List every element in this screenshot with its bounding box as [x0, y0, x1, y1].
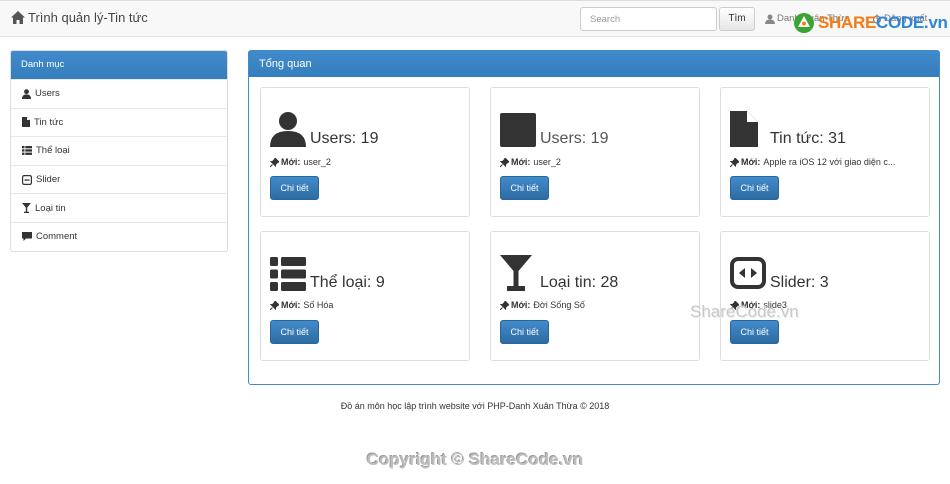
card-latest: Mới: Số Hóa	[270, 300, 333, 310]
brand-title: Trình quản lý-Tin tức	[28, 10, 148, 25]
stat-card-news-type: Loại tin: 28 Mới: Đời Sống Số Chi tiết	[490, 231, 700, 361]
sidebar-item-slider[interactable]: Slider	[11, 164, 227, 194]
sidebar-header: Danh mục	[11, 51, 227, 79]
latest-label: Mới:	[281, 300, 301, 310]
list-icon	[22, 146, 32, 156]
card-title: Slider: 3	[770, 274, 829, 291]
sidebar-item-news[interactable]: Tin tức	[11, 107, 227, 137]
list-icon	[270, 257, 306, 291]
stat-card-news: Tin tức: 31 Mới: Apple ra iOS 12 với gia…	[720, 87, 930, 217]
pushpin-icon	[500, 157, 509, 167]
user-icon	[765, 14, 775, 24]
latest-label: Mới:	[741, 157, 761, 167]
search-input[interactable]	[580, 7, 717, 31]
overview-header: Tổng quan	[249, 51, 939, 77]
card-title: Users: 19	[540, 130, 609, 147]
detail-button[interactable]: Chi tiết	[500, 176, 549, 200]
latest-value: user_2	[533, 157, 561, 167]
sidebar-item-categories[interactable]: Thể loại	[11, 136, 227, 165]
user-icon	[270, 112, 306, 147]
sidebar-item-label: Slider	[36, 174, 61, 186]
comment-icon	[22, 232, 32, 242]
card-latest: Mới: Apple ra iOS 12 với giao diện c...	[730, 157, 895, 167]
overview-panel: Tổng quan Users: 19 Mới: user_2 Chi tiết…	[248, 50, 940, 385]
logo-text-code: CODE.vn	[876, 13, 948, 32]
latest-value: user_2	[303, 157, 331, 167]
latest-label: Mới:	[511, 157, 531, 167]
brand-link[interactable]: Trình quản lý-Tin tức	[11, 10, 148, 25]
detail-button[interactable]: Chi tiết	[730, 320, 779, 344]
pushpin-icon	[500, 300, 509, 310]
detail-button[interactable]: Chi tiết	[270, 320, 319, 344]
latest-value: Đời Sống Số	[533, 300, 585, 310]
card-title: Loại tin: 28	[540, 274, 619, 291]
sidebar-item-news-type[interactable]: Loại tin	[11, 193, 227, 222]
pushpin-icon	[270, 157, 279, 167]
detail-button[interactable]: Chi tiết	[500, 320, 549, 344]
latest-label: Mới:	[281, 157, 301, 167]
pushpin-icon	[730, 157, 739, 167]
sidebar-item-label: Tin tức	[34, 116, 64, 128]
footer-text: Đồ án môn học lập trình website với PHP-…	[340, 401, 610, 411]
user-icon	[22, 89, 31, 99]
search-button[interactable]: Tìm	[719, 7, 755, 31]
latest-label: Mới:	[511, 300, 531, 310]
card-latest: Mới: user_2	[270, 157, 331, 167]
sharecode-logo: SHARECODE.vn	[793, 12, 948, 34]
sidebar-item-comment[interactable]: Comment	[11, 221, 227, 251]
glass-icon	[22, 203, 31, 214]
logo-text-share: SHARE	[818, 13, 877, 32]
user-icon	[500, 113, 536, 147]
card-title: Tin tức: 31	[770, 130, 846, 147]
stat-card-users-duplicate: Users: 19 Mới: user_2 Chi tiết	[490, 87, 700, 217]
card-latest: Mới: Đời Sống Số	[500, 300, 585, 310]
slider-icon	[730, 257, 766, 289]
watermark-text: ShareCode.vn	[690, 302, 799, 321]
sidebar: Danh mục Users Tin tức Thể loại Slider L…	[10, 50, 228, 252]
detail-button[interactable]: Chi tiết	[730, 176, 779, 200]
sidebar-item-label: Loại tin	[35, 202, 66, 214]
minus-square-icon	[22, 174, 32, 185]
card-title: Thể loại: 9	[310, 274, 385, 291]
latest-value: Apple ra iOS 12 với giao diện c...	[763, 157, 896, 167]
detail-button[interactable]: Chi tiết	[270, 176, 319, 200]
latest-value: Số Hóa	[303, 300, 334, 310]
sidebar-item-label: Comment	[36, 231, 78, 243]
copyright-watermark: Copyright © ShareCode.vn	[366, 450, 584, 469]
home-icon	[11, 11, 25, 24]
file-icon	[22, 117, 30, 128]
logo-icon	[794, 13, 814, 33]
sidebar-item-label: Users	[35, 88, 60, 100]
stat-card-slider: Slider: 3 Mới: slide3 Chi tiết	[720, 231, 930, 361]
card-title: Users: 19	[310, 130, 379, 147]
sidebar-item-label: Thể loại	[36, 145, 70, 157]
stat-card-categories: Thể loại: 9 Mới: Số Hóa Chi tiết	[260, 231, 470, 361]
pushpin-icon	[270, 300, 279, 310]
top-navbar: Trình quản lý-Tin tức Tìm Danh Xuân Thừa…	[0, 0, 950, 37]
stat-card-users: Users: 19 Mới: user_2 Chi tiết	[260, 87, 470, 217]
glass-icon	[500, 255, 532, 291]
sidebar-item-users[interactable]: Users	[11, 79, 227, 108]
card-latest: Mới: user_2	[500, 157, 561, 167]
file-icon	[730, 111, 758, 147]
